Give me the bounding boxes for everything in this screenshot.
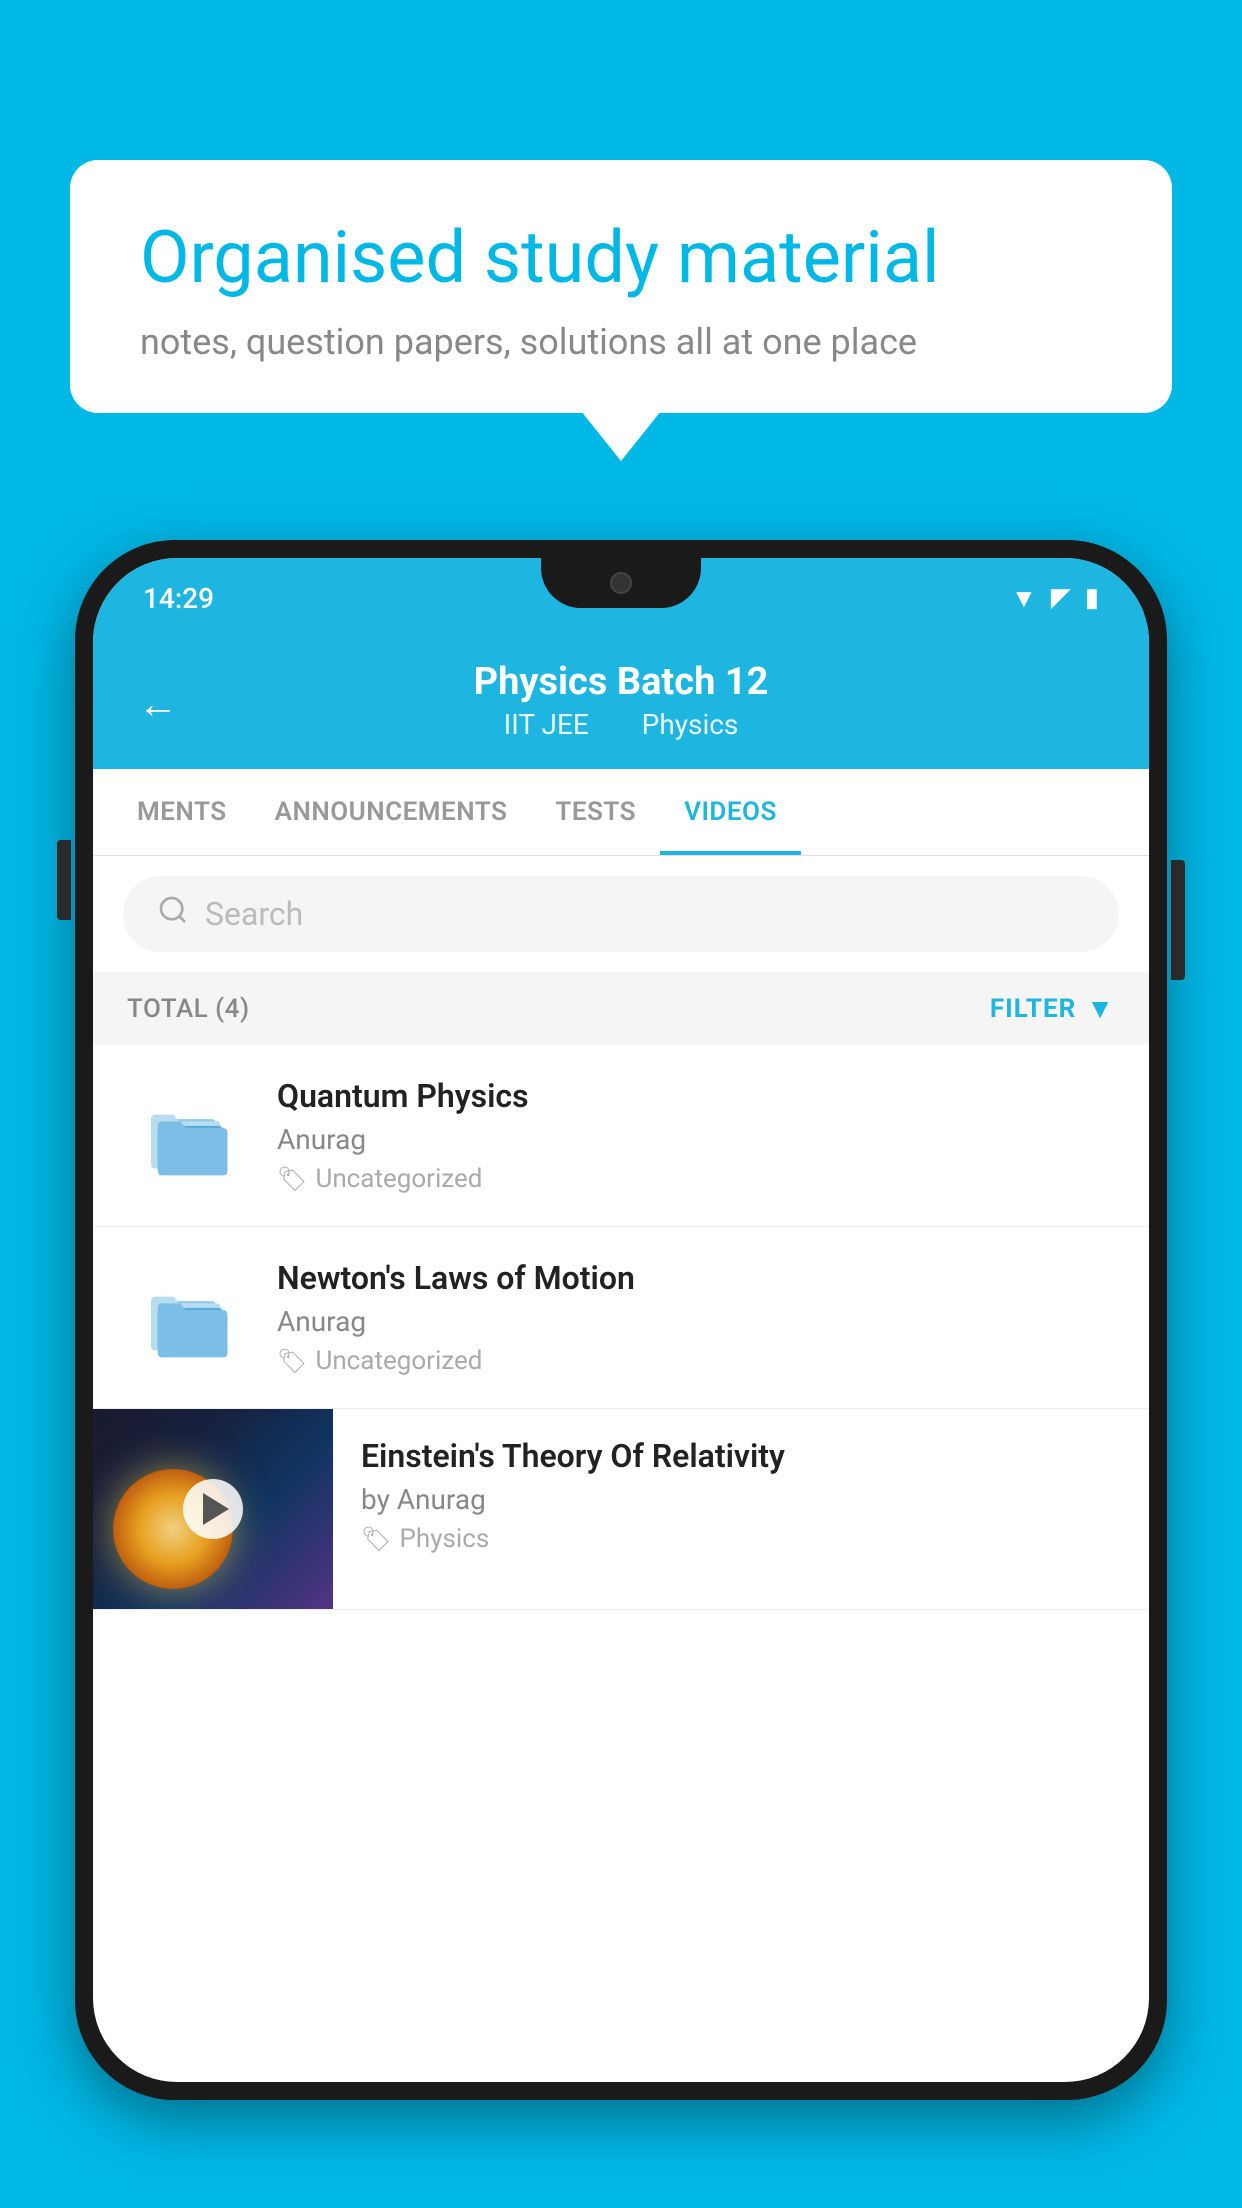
bubble-title: Organised study material	[140, 215, 1102, 301]
video-author: Anurag	[277, 1123, 1115, 1156]
tag-icon: 🏷	[277, 1347, 307, 1375]
folder-icon	[142, 1096, 232, 1176]
phone-outer: 14:29 ▼ ◤ ▮ ← Physics Batch 12 IIT JEE P…	[75, 540, 1167, 2100]
folder-thumbnail	[127, 1086, 247, 1186]
list-item[interactable]: Quantum Physics Anurag 🏷 Uncategorized	[93, 1045, 1149, 1227]
tab-ments[interactable]: MENTS	[113, 769, 251, 855]
video-list: Quantum Physics Anurag 🏷 Uncategorized	[93, 1045, 1149, 1610]
filter-bar: TOTAL (4) FILTER ▼	[93, 972, 1149, 1045]
total-count: TOTAL (4)	[127, 994, 250, 1024]
notch	[541, 558, 701, 608]
status-icons: ▼ ◤ ▮	[1011, 583, 1099, 614]
play-icon	[203, 1493, 229, 1525]
folder-icon	[142, 1278, 232, 1358]
header-subtitle: IIT JEE Physics	[143, 708, 1099, 741]
battery-icon: ▮	[1085, 583, 1099, 613]
phone-screen: 14:29 ▼ ◤ ▮ ← Physics Batch 12 IIT JEE P…	[93, 558, 1149, 2082]
speech-bubble: Organised study material notes, question…	[70, 160, 1172, 413]
video-info: Einstein's Theory Of Relativity by Anura…	[333, 1409, 1149, 1582]
wifi-icon: ▼	[1011, 583, 1037, 614]
video-author: Anurag	[277, 1305, 1115, 1338]
camera-dot	[610, 572, 632, 594]
tab-announcements[interactable]: ANNOUNCEMENTS	[251, 769, 532, 855]
search-placeholder: Search	[205, 895, 303, 933]
filter-label: FILTER	[990, 994, 1076, 1024]
status-time: 14:29	[143, 582, 214, 615]
video-tag: 🏷 Physics	[361, 1524, 1121, 1554]
video-info: Newton's Laws of Motion Anurag 🏷 Uncateg…	[277, 1259, 1115, 1376]
list-item[interactable]: Einstein's Theory Of Relativity by Anura…	[93, 1409, 1149, 1610]
app-header: ← Physics Batch 12 IIT JEE Physics	[93, 638, 1149, 769]
play-button[interactable]	[183, 1479, 243, 1539]
list-item[interactable]: Newton's Laws of Motion Anurag 🏷 Uncateg…	[93, 1227, 1149, 1409]
back-button[interactable]: ←	[138, 680, 178, 727]
filter-button[interactable]: FILTER ▼	[990, 992, 1115, 1025]
header-subtitle-part2: Physics	[642, 708, 739, 741]
video-title: Quantum Physics	[277, 1077, 1115, 1115]
video-author: by Anurag	[361, 1483, 1121, 1516]
tag-icon: 🏷	[361, 1525, 391, 1553]
header-title: Physics Batch 12	[143, 660, 1099, 704]
video-tag: 🏷 Uncategorized	[277, 1164, 1115, 1194]
header-subtitle-part1: IIT JEE	[504, 708, 589, 741]
tag-label: Physics	[399, 1524, 489, 1554]
video-title: Einstein's Theory Of Relativity	[361, 1437, 1121, 1475]
tag-icon: 🏷	[277, 1165, 307, 1193]
search-bar: Search	[93, 856, 1149, 972]
tab-videos[interactable]: VIDEOS	[660, 769, 801, 855]
search-icon	[157, 894, 189, 934]
signal-icon: ◤	[1051, 583, 1071, 613]
phone-wrapper: 14:29 ▼ ◤ ▮ ← Physics Batch 12 IIT JEE P…	[75, 540, 1167, 2208]
video-title: Newton's Laws of Motion	[277, 1259, 1115, 1297]
search-input-wrapper[interactable]: Search	[123, 876, 1119, 952]
tag-label: Uncategorized	[315, 1164, 482, 1194]
bubble-subtitle: notes, question papers, solutions all at…	[140, 321, 1102, 363]
status-bar: 14:29 ▼ ◤ ▮	[93, 558, 1149, 638]
folder-thumbnail	[127, 1268, 247, 1368]
filter-funnel-icon: ▼	[1086, 992, 1115, 1025]
tab-bar: MENTS ANNOUNCEMENTS TESTS VIDEOS	[93, 769, 1149, 856]
header-subtitle-separator	[612, 708, 626, 741]
tab-tests[interactable]: TESTS	[531, 769, 660, 855]
video-thumbnail	[93, 1409, 333, 1609]
tag-label: Uncategorized	[315, 1346, 482, 1376]
video-info: Quantum Physics Anurag 🏷 Uncategorized	[277, 1077, 1115, 1194]
video-tag: 🏷 Uncategorized	[277, 1346, 1115, 1376]
